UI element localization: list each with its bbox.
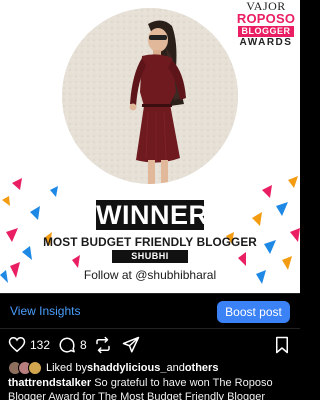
logo-roposo: ROPOSO: [236, 11, 296, 26]
roposo-awards-logo: VAJOR ROPOSO BLOGGER AWARDS: [236, 0, 296, 48]
like-button[interactable]: 132: [8, 336, 50, 353]
logo-blogger: BLOGGER: [238, 26, 294, 37]
liked-by-user[interactable]: shaddylicious_: [87, 362, 166, 374]
save-button[interactable]: [274, 336, 290, 354]
logo-awards: AWARDS: [239, 37, 293, 48]
caption-text-line1: So grateful to have won The Roposo: [94, 377, 273, 389]
bookmark-icon: [276, 336, 288, 354]
post-actions: 132 8: [0, 329, 300, 359]
liked-by-and: and: [166, 362, 185, 374]
like-count: 132: [30, 337, 51, 352]
share-button[interactable]: [122, 336, 140, 354]
view-insights-link[interactable]: View Insights: [10, 304, 80, 318]
liked-by-others[interactable]: others: [185, 362, 219, 374]
liked-by[interactable]: Liked by shaddylicious_ and others: [8, 360, 218, 376]
liker-avatars: [8, 361, 42, 375]
award-category: MOST BUDGET FRIENDLY BLOGGER: [43, 235, 257, 249]
post-caption: thattrendstalker So grateful to have won…: [8, 377, 296, 400]
comment-icon: [59, 337, 75, 353]
repost-button[interactable]: [94, 336, 112, 354]
winner-title: WINNER: [96, 200, 209, 230]
comment-count: 8: [80, 338, 87, 352]
winner-photo: [62, 8, 238, 184]
caption-text-line2: Blogger Award for The Most Budget Friend…: [8, 390, 266, 400]
avatar: [28, 361, 42, 375]
caption-username[interactable]: thattrendstalker: [8, 377, 91, 389]
insights-bar: View Insights Boost post: [0, 293, 300, 329]
boost-post-button[interactable]: Boost post: [217, 301, 290, 323]
follow-handle: Follow at @shubhibharal: [83, 268, 217, 282]
share-icon: [122, 336, 140, 353]
winner-name: SHUBHI BHARAL: [112, 250, 188, 274]
liked-by-prefix: Liked by: [46, 362, 87, 374]
comment-button[interactable]: 8: [58, 336, 87, 354]
heart-icon: [8, 336, 26, 353]
post-image[interactable]: VAJOR ROPOSO BLOGGER AWARDS WINNER MOST …: [0, 0, 300, 293]
repost-icon: [96, 336, 110, 354]
